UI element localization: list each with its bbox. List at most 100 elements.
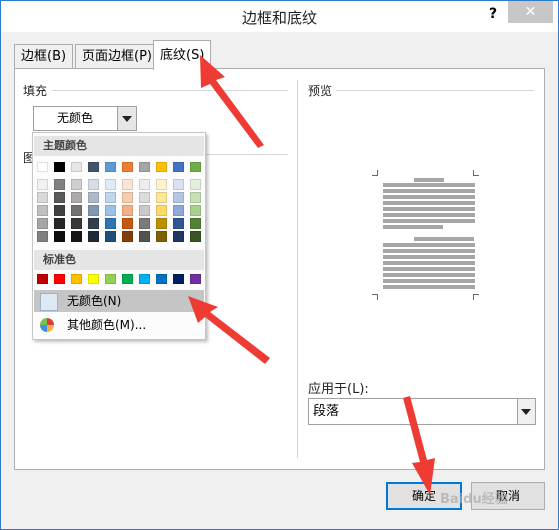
theme-shade-swatch[interactable] — [190, 205, 201, 216]
theme-shade-swatch[interactable] — [173, 218, 184, 229]
theme-shade-swatch[interactable] — [71, 205, 82, 216]
theme-shade-swatch[interactable] — [122, 218, 133, 229]
fill-section-label: 填充 — [23, 84, 48, 98]
preview-text-line — [383, 189, 475, 193]
theme-shade-swatch[interactable] — [139, 231, 150, 242]
tab-borders[interactable]: 边框(B) — [14, 44, 74, 68]
preview-corner-mark — [372, 170, 378, 176]
theme-shade-swatch[interactable] — [54, 205, 65, 216]
theme-color-swatch[interactable] — [71, 162, 82, 172]
standard-color-swatch[interactable] — [105, 274, 116, 284]
theme-color-swatch[interactable] — [105, 162, 116, 172]
theme-shade-swatch[interactable] — [37, 179, 48, 190]
theme-shade-swatch[interactable] — [71, 179, 82, 190]
theme-shade-swatch[interactable] — [190, 179, 201, 190]
standard-color-swatch[interactable] — [156, 274, 167, 284]
theme-shade-swatch[interactable] — [105, 205, 116, 216]
theme-color-swatch[interactable] — [190, 162, 201, 172]
apply-to-label: 应用于(L): — [308, 382, 369, 397]
theme-shade-swatch[interactable] — [88, 179, 99, 190]
standard-color-swatch[interactable] — [173, 274, 184, 284]
theme-color-swatch[interactable] — [37, 162, 48, 172]
standard-color-swatch[interactable] — [190, 274, 201, 284]
theme-shade-swatch[interactable] — [190, 218, 201, 229]
tab-page-border[interactable]: 页面边框(P) — [75, 44, 159, 68]
theme-shade-swatch[interactable] — [88, 192, 99, 203]
theme-shade-swatch[interactable] — [105, 179, 116, 190]
standard-color-swatch[interactable] — [54, 274, 65, 284]
apply-to-dropdown[interactable]: 段落 — [308, 398, 536, 425]
apply-to-dropdown-button[interactable] — [517, 399, 535, 424]
fill-color-dropdown[interactable]: 无颜色 — [33, 106, 137, 131]
theme-shade-swatch[interactable] — [88, 205, 99, 216]
theme-shade-swatch[interactable] — [88, 218, 99, 229]
fill-dropdown-button[interactable] — [117, 107, 136, 130]
theme-shade-swatch[interactable] — [139, 179, 150, 190]
theme-colors-header: 主题颜色 — [34, 136, 204, 156]
theme-shade-swatch[interactable] — [122, 231, 133, 242]
theme-shade-swatch[interactable] — [54, 231, 65, 242]
theme-shade-swatch[interactable] — [173, 192, 184, 203]
theme-shade-swatch[interactable] — [37, 231, 48, 242]
theme-shade-swatch[interactable] — [122, 205, 133, 216]
dialog-title: 边框和底纹 — [241, 9, 317, 27]
theme-shade-swatch[interactable] — [105, 218, 116, 229]
theme-shade-swatch[interactable] — [190, 192, 201, 203]
theme-color-swatch[interactable] — [156, 162, 167, 172]
theme-shade-swatch[interactable] — [54, 218, 65, 229]
close-button[interactable]: ✕ — [508, 1, 553, 23]
color-picker-popup: 主题颜色 标准色 无颜色(N) 其他颜色(M)... — [32, 132, 206, 340]
theme-shade-swatch[interactable] — [190, 231, 201, 242]
theme-color-swatch[interactable] — [139, 162, 150, 172]
theme-shade-swatch[interactable] — [156, 218, 167, 229]
theme-shade-swatch[interactable] — [156, 231, 167, 242]
theme-shade-swatch[interactable] — [139, 192, 150, 203]
theme-color-swatch[interactable] — [173, 162, 184, 172]
theme-shade-swatch[interactable] — [105, 192, 116, 203]
theme-shade-swatch[interactable] — [54, 192, 65, 203]
theme-shade-swatch[interactable] — [37, 205, 48, 216]
theme-shade-swatch[interactable] — [156, 205, 167, 216]
preview-text-line — [383, 279, 475, 283]
theme-shade-swatch[interactable] — [37, 192, 48, 203]
standard-colors-header-text: 标准色 — [43, 253, 76, 266]
theme-shade-swatch[interactable] — [37, 218, 48, 229]
standard-color-swatch[interactable] — [37, 274, 48, 284]
theme-shade-swatch[interactable] — [173, 231, 184, 242]
theme-color-swatch[interactable] — [88, 162, 99, 172]
standard-color-swatch[interactable] — [139, 274, 150, 284]
theme-shade-swatch[interactable] — [173, 205, 184, 216]
fill-divider — [52, 90, 288, 91]
theme-shade-swatch[interactable] — [156, 192, 167, 203]
standard-color-swatch[interactable] — [122, 274, 133, 284]
preview-corner-mark — [473, 294, 479, 300]
help-button[interactable]: ? — [484, 4, 502, 24]
preview-area — [370, 168, 485, 303]
preview-text-line — [383, 213, 475, 217]
theme-color-swatch[interactable] — [54, 162, 65, 172]
preview-text-line — [383, 285, 475, 289]
preview-text-line — [383, 267, 475, 271]
more-colors-option[interactable]: 其他颜色(M)... — [34, 314, 204, 336]
standard-color-swatch[interactable] — [88, 274, 99, 284]
theme-shade-swatch[interactable] — [71, 218, 82, 229]
theme-shade-swatch[interactable] — [122, 192, 133, 203]
theme-shade-swatch[interactable] — [139, 218, 150, 229]
theme-shade-swatch[interactable] — [71, 192, 82, 203]
theme-shade-swatch[interactable] — [139, 205, 150, 216]
theme-shade-swatch[interactable] — [54, 179, 65, 190]
theme-shade-swatch[interactable] — [122, 179, 133, 190]
theme-shade-swatch[interactable] — [71, 231, 82, 242]
no-color-option[interactable]: 无颜色(N) — [34, 290, 204, 312]
preview-text-line — [414, 237, 474, 241]
theme-shade-swatch[interactable] — [88, 231, 99, 242]
theme-shade-swatch[interactable] — [156, 179, 167, 190]
tab-shading[interactable]: 底纹(S) — [153, 40, 212, 70]
standard-color-swatch[interactable] — [71, 274, 82, 284]
preview-text-line — [383, 249, 475, 253]
theme-color-swatch[interactable] — [122, 162, 133, 172]
preview-text-line — [383, 255, 475, 259]
theme-shade-swatch[interactable] — [173, 179, 184, 190]
watermark: Baidu经验 — [440, 492, 508, 507]
theme-shade-swatch[interactable] — [105, 231, 116, 242]
